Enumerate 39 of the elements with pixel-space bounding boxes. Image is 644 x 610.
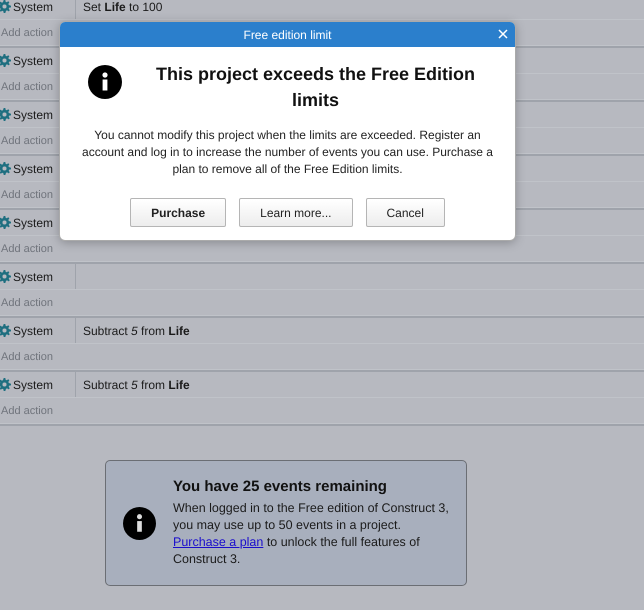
gear-icon (0, 0, 11, 13)
gear-icon (0, 324, 11, 337)
gear-icon (0, 216, 11, 229)
condition-text: System (13, 378, 54, 392)
notice-text: When logged in to the Free edition of Construct 3, you may use up to 50 events in a project. Purchase a plan to unlock the full features of Construct 3. (173, 500, 450, 568)
add-action-link[interactable]: Add action (0, 296, 53, 308)
condition-text: System (13, 54, 54, 68)
dialog-message: You cannot modify this project when the limits are exceeded. Register an account and log in to increase the number of events you can use. Purchase a plan to remove all of the Free Edition limits. (81, 127, 494, 178)
gear-icon (0, 108, 11, 121)
gear-icon (0, 378, 11, 391)
add-action-link[interactable]: Add action (0, 350, 53, 362)
purchase-link[interactable]: Purchase a plan (173, 535, 264, 549)
condition-text: System (13, 216, 54, 230)
condition-text: System (13, 324, 54, 338)
action-text: Subtract 5 from Life (83, 378, 190, 392)
add-action-link[interactable]: Add action (0, 188, 53, 200)
add-action-link[interactable]: Add action (0, 134, 53, 146)
action-text: Set Life to 100 (83, 0, 162, 14)
dialog-button[interactable]: Learn more... (239, 198, 353, 227)
gear-icon (0, 270, 11, 283)
condition-text: System (13, 162, 54, 176)
condition-text: System (13, 0, 54, 14)
dialog-heading: This project exceeds the Free Edition limits (154, 63, 476, 112)
add-action-link[interactable]: Add action (0, 80, 53, 92)
dialog-title: Free edition limit (243, 28, 332, 42)
action-text: Subtract 5 from Life (83, 324, 190, 338)
info-icon (88, 65, 122, 99)
gear-icon (0, 54, 11, 67)
condition-text: System (13, 270, 54, 284)
add-action-link[interactable]: Add action (0, 404, 53, 416)
close-icon[interactable] (498, 29, 508, 39)
condition-text: System (13, 108, 54, 122)
notice-title: You have 25 events remaining (173, 478, 388, 495)
add-action-link[interactable]: Add action (0, 26, 53, 38)
dialog-button[interactable]: Cancel (366, 198, 445, 227)
dialog-button[interactable]: Purchase (130, 198, 226, 227)
add-action-link[interactable]: Add action (0, 242, 53, 254)
info-icon (123, 506, 156, 540)
gear-icon (0, 162, 11, 175)
